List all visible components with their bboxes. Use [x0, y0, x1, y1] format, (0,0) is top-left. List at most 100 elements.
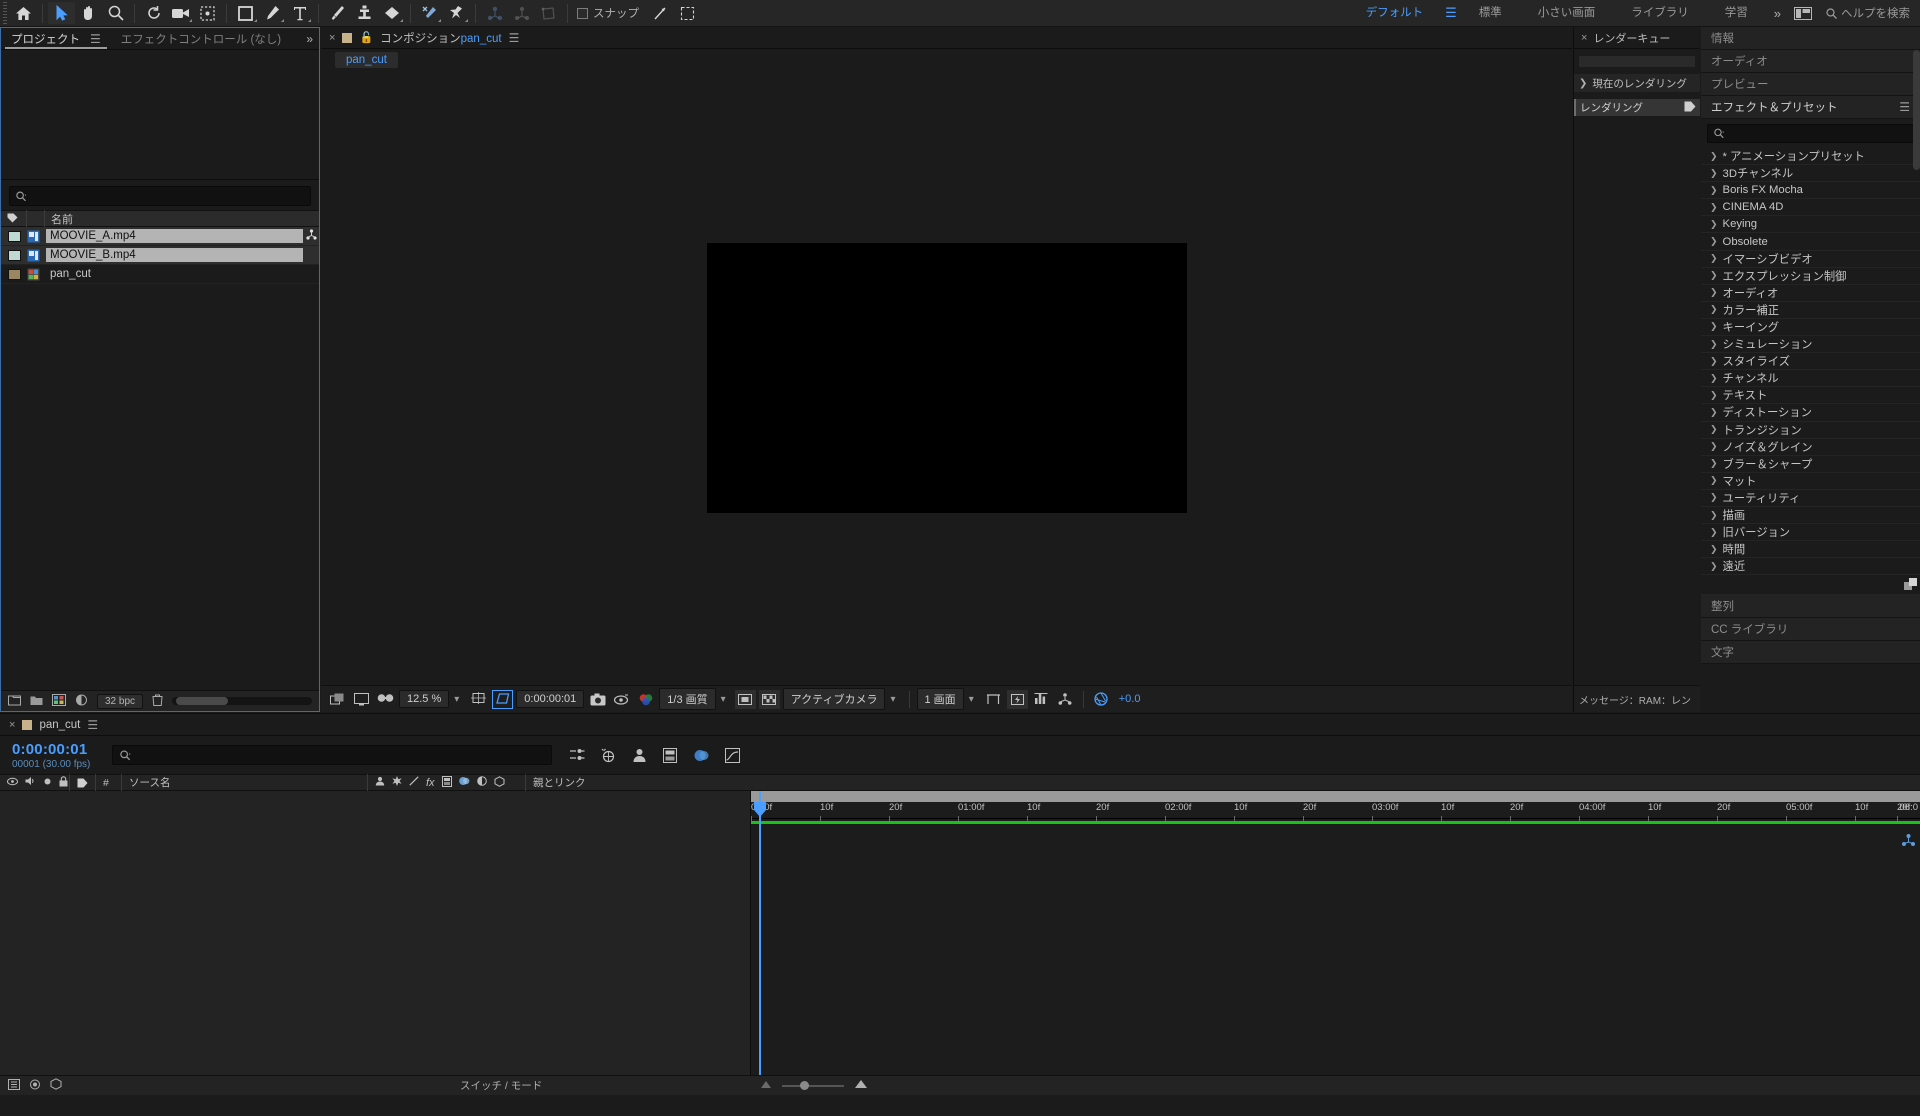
toggle-switches-modes-icon[interactable]	[8, 1078, 20, 1093]
composition-mini-flowchart-icon[interactable]	[568, 746, 586, 764]
main-viewer-icon[interactable]	[351, 689, 372, 710]
project-panel-expand-icon[interactable]: »	[306, 28, 319, 49]
lock-icon[interactable]: 🔓	[359, 31, 373, 44]
timeline-panel-menu-icon[interactable]: ☰	[87, 718, 98, 732]
frame-blending-icon[interactable]	[661, 746, 679, 764]
chevron-right-icon[interactable]: ❯	[1710, 407, 1718, 418]
effects-category-item[interactable]: ❯ Keying	[1701, 216, 1920, 234]
local-axis-mode-icon[interactable]	[481, 2, 508, 24]
chevron-right-icon[interactable]: ❯	[1710, 373, 1718, 384]
effects-category-item[interactable]: ❯ エクスプレッション制御	[1701, 268, 1920, 285]
close-icon[interactable]: ×	[9, 719, 15, 731]
playhead-handle[interactable]	[753, 802, 767, 817]
effects-category-item[interactable]: ❯ テキスト	[1701, 387, 1920, 405]
snapshot-icon[interactable]	[587, 689, 608, 710]
workspace-learn[interactable]: 学習	[1707, 0, 1766, 27]
adjustment-icon[interactable]	[75, 694, 88, 709]
shy-icon[interactable]	[375, 776, 385, 789]
home-icon[interactable]	[10, 2, 37, 24]
pen-tool-icon[interactable]	[259, 2, 286, 24]
chevron-right-icon[interactable]: ❯	[1710, 236, 1718, 247]
effects-category-item[interactable]: ❯ イマーシブビデオ	[1701, 251, 1920, 268]
chevron-right-icon[interactable]: ❯	[1710, 270, 1718, 281]
chevron-right-icon[interactable]: ❯	[1710, 475, 1718, 486]
type-tool-icon[interactable]	[286, 2, 313, 24]
project-horizontal-scrollbar[interactable]	[172, 697, 312, 705]
draft-3d-icon[interactable]	[599, 746, 617, 764]
transparency-grid-icon[interactable]	[758, 689, 780, 709]
comp-flowchart-icon[interactable]	[1055, 689, 1076, 710]
effects-search[interactable]	[1707, 124, 1914, 143]
close-icon[interactable]: ×	[329, 32, 335, 44]
chevron-right-icon[interactable]: ❯	[1710, 390, 1718, 401]
effects-search-input[interactable]	[1728, 127, 1907, 140]
effects-category-item[interactable]: ❯ トランジション	[1701, 422, 1920, 439]
motion-blur-icon[interactable]	[692, 746, 710, 764]
tab-project[interactable]: プロジェクト ☰	[1, 28, 111, 49]
snap-checkbox[interactable]	[577, 7, 588, 19]
composition-viewer[interactable]	[321, 71, 1572, 685]
channel-rgb-icon[interactable]	[635, 689, 656, 710]
new-folder-icon[interactable]	[30, 694, 43, 709]
zoom-slider[interactable]	[782, 1080, 844, 1090]
chevron-right-icon[interactable]: ❯	[1579, 78, 1587, 89]
chevron-right-icon[interactable]: ❯	[1710, 304, 1718, 315]
zoom-level-field[interactable]: 12.5 %	[399, 690, 450, 708]
chevron-right-icon[interactable]: ❯	[1710, 219, 1718, 230]
exposure-value[interactable]: +0.0	[1115, 693, 1141, 705]
close-icon[interactable]: ×	[1581, 32, 1587, 44]
grid-guides-icon[interactable]	[468, 689, 489, 710]
effects-scrollbar[interactable]	[1913, 50, 1920, 170]
timeline-ruler[interactable]: 0:00f10f20f01:00f10f20f02:00f10f20f03:00…	[751, 802, 1920, 821]
camera-view-field[interactable]: アクティブカメラ	[782, 688, 886, 710]
work-area-bar[interactable]	[751, 791, 1920, 802]
toggle-3d-icon[interactable]	[50, 1078, 62, 1093]
zoom-in-icon[interactable]	[854, 1079, 868, 1092]
effects-category-item[interactable]: ❯ 3Dチャンネル	[1701, 165, 1920, 183]
effects-category-item[interactable]: ❯ キーイング	[1701, 319, 1920, 337]
workspace-default[interactable]: デフォルト	[1348, 0, 1442, 27]
workspace-standard[interactable]: 標準	[1461, 0, 1520, 27]
timeline-search-input[interactable]	[134, 749, 544, 761]
view-axis-mode-icon[interactable]	[535, 2, 562, 24]
timecode-display[interactable]: 0:00:00:01 00001 (30.00 fps)	[0, 736, 112, 774]
chevron-right-icon[interactable]: ❯	[1710, 544, 1718, 555]
exposure-icon[interactable]	[1091, 689, 1112, 710]
list-item[interactable]: MOOVIE_A.mp4	[1, 227, 319, 246]
audio-speaker-icon[interactable]	[25, 776, 36, 789]
always-preview-icon[interactable]	[327, 689, 348, 710]
label-tag-icon[interactable]	[1684, 101, 1696, 115]
effects-category-item[interactable]: ❯ Boris FX Mocha	[1701, 182, 1920, 200]
eraser-tool-icon[interactable]	[378, 2, 405, 24]
zoom-tool-icon[interactable]	[102, 2, 129, 24]
effects-category-item[interactable]: ❯ カラー補正	[1701, 302, 1920, 319]
parent-link-header[interactable]: 親とリンク	[526, 774, 1920, 791]
effects-category-item[interactable]: ❯ Obsolete	[1701, 233, 1920, 251]
panel-audio[interactable]: オーディオ	[1701, 50, 1920, 73]
new-composition-icon[interactable]	[52, 693, 66, 709]
timeline-tab[interactable]: × pan_cut ☰	[0, 714, 1920, 736]
effects-category-item[interactable]: ❯ ディストーション	[1701, 404, 1920, 422]
shape-tool-icon[interactable]	[232, 2, 259, 24]
solo-icon[interactable]	[43, 777, 52, 789]
snap-toggle[interactable]: スナップ	[577, 5, 639, 21]
panel-preview[interactable]: プレビュー	[1701, 73, 1920, 96]
timeline-search[interactable]	[112, 745, 552, 765]
chevron-right-icon[interactable]: ❯	[1710, 287, 1718, 298]
chevron-right-icon[interactable]: ❯	[1710, 424, 1718, 435]
effects-category-item[interactable]: ❯ スタイライズ	[1701, 353, 1920, 371]
workspace-small-screen[interactable]: 小さい画面	[1520, 0, 1614, 27]
project-panel-menu-icon[interactable]: ☰	[90, 32, 101, 46]
world-axis-mode-icon[interactable]	[508, 2, 535, 24]
workspace-overflow-icon[interactable]: »	[1766, 6, 1789, 21]
project-search[interactable]	[9, 186, 311, 206]
chevron-right-icon[interactable]: ❯	[1710, 151, 1718, 162]
effects-category-item[interactable]: ❯ 旧バージョン	[1701, 524, 1920, 542]
pixel-aspect-icon[interactable]	[983, 689, 1004, 710]
chevron-right-icon[interactable]: ❯	[1710, 339, 1718, 350]
workspace-layout-icon[interactable]	[1789, 2, 1816, 24]
timeline-layers-area[interactable]: 0:00f10f20f01:00f10f20f02:00f10f20f03:00…	[0, 791, 1920, 1095]
timeline-track-area[interactable]	[751, 791, 1920, 1095]
source-name-header[interactable]: ソース名	[122, 774, 368, 791]
collapse-transform-icon[interactable]	[392, 776, 402, 789]
